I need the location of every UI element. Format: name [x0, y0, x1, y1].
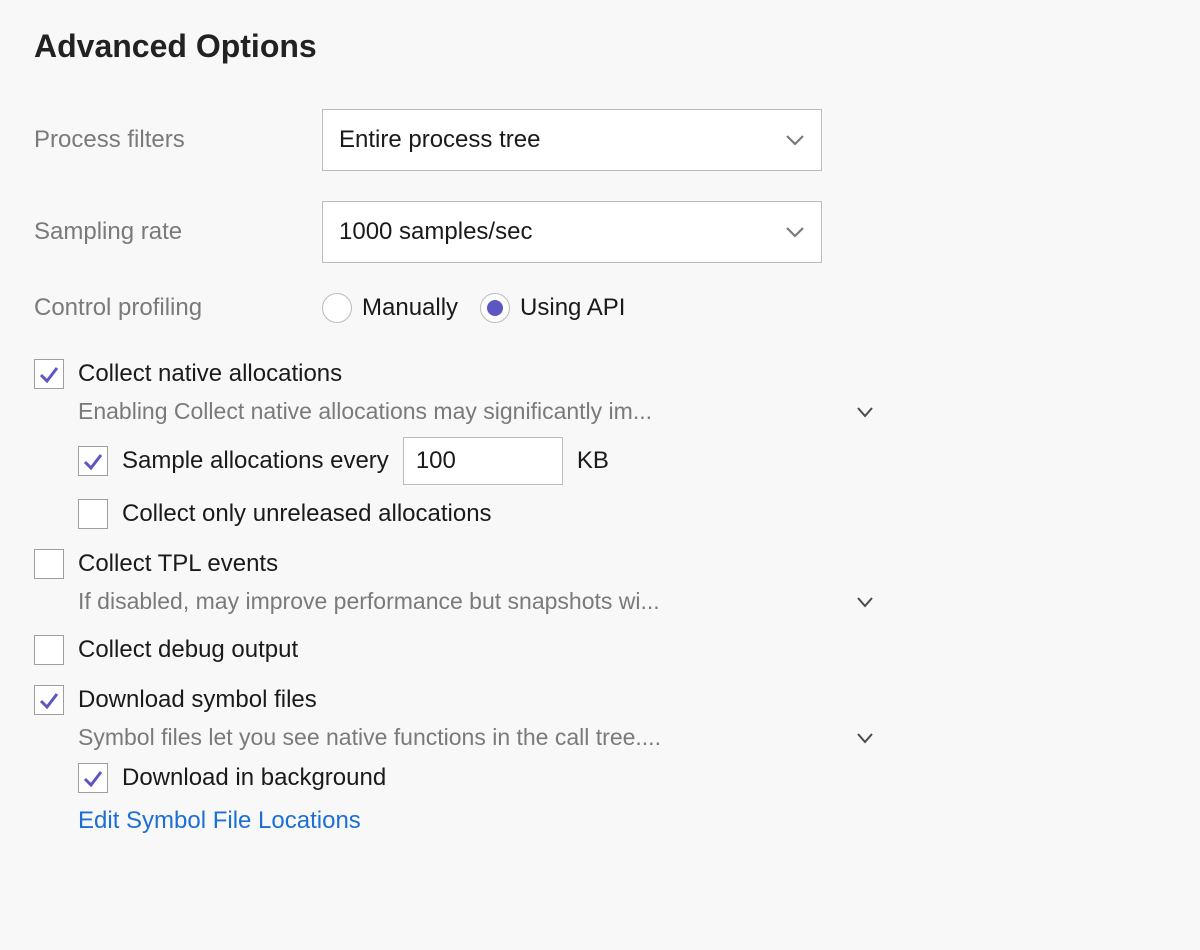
edit-symbol-locations-link[interactable]: Edit Symbol File Locations	[34, 807, 1166, 835]
download-background-checkbox[interactable]	[78, 763, 108, 793]
download-symbols-label: Download symbol files	[78, 686, 317, 714]
collect-native-desc: Enabling Collect native allocations may …	[78, 398, 652, 425]
collect-native-block: Collect native allocations Enabling Coll…	[34, 359, 1166, 529]
sample-allocations-checkbox[interactable]	[78, 446, 108, 476]
only-unreleased-checkbox[interactable]	[78, 499, 108, 529]
only-unreleased-label: Collect only unreleased allocations	[122, 500, 492, 528]
download-symbols-desc: Symbol files let you see native function…	[78, 724, 661, 751]
process-filters-row: Process filters Entire process tree	[34, 109, 1166, 171]
radio-using-api-label: Using API	[520, 294, 625, 322]
radio-dot-icon	[487, 300, 503, 316]
radio-using-api[interactable]: Using API	[480, 293, 625, 323]
collect-tpl-desc: If disabled, may improve performance but…	[78, 588, 660, 615]
collect-debug-block: Collect debug output	[34, 635, 1166, 665]
only-unreleased-row: Collect only unreleased allocations	[78, 499, 1166, 529]
chevron-down-icon	[785, 133, 805, 147]
collect-native-checkbox[interactable]	[34, 359, 64, 389]
sampling-rate-select[interactable]: 1000 samples/sec	[322, 201, 822, 263]
sample-allocations-row: Sample allocations every KB	[78, 437, 1166, 485]
process-filters-select[interactable]: Entire process tree	[322, 109, 822, 171]
sampling-rate-value: 1000 samples/sec	[339, 218, 532, 246]
collect-tpl-label: Collect TPL events	[78, 550, 278, 578]
collect-native-label: Collect native allocations	[78, 360, 342, 388]
chevron-down-icon	[785, 225, 805, 239]
expand-native-desc[interactable]	[856, 397, 874, 425]
download-symbols-block: Download symbol files Symbol files let y…	[34, 685, 1166, 835]
collect-debug-checkbox[interactable]	[34, 635, 64, 665]
expand-tpl-desc[interactable]	[856, 587, 874, 615]
process-filters-value: Entire process tree	[339, 126, 540, 154]
expand-symbols-desc[interactable]	[856, 723, 874, 751]
sample-allocations-input[interactable]	[403, 437, 563, 485]
control-profiling-radio-group: Manually Using API	[322, 293, 625, 323]
sample-allocations-unit: KB	[577, 447, 609, 475]
download-background-row: Download in background	[78, 763, 1166, 793]
section-title: Advanced Options	[34, 28, 1166, 65]
collect-debug-label: Collect debug output	[78, 636, 298, 664]
download-symbols-checkbox[interactable]	[34, 685, 64, 715]
sampling-rate-label: Sampling rate	[34, 218, 322, 246]
download-background-label: Download in background	[122, 764, 386, 792]
radio-icon	[480, 293, 510, 323]
sample-allocations-label: Sample allocations every	[122, 447, 389, 475]
radio-manually-label: Manually	[362, 294, 458, 322]
control-profiling-row: Control profiling Manually Using API	[34, 293, 1166, 323]
collect-tpl-checkbox[interactable]	[34, 549, 64, 579]
sampling-rate-row: Sampling rate 1000 samples/sec	[34, 201, 1166, 263]
radio-icon	[322, 293, 352, 323]
control-profiling-label: Control profiling	[34, 294, 322, 322]
radio-manually[interactable]: Manually	[322, 293, 458, 323]
collect-tpl-block: Collect TPL events If disabled, may impr…	[34, 549, 1166, 615]
process-filters-label: Process filters	[34, 126, 322, 154]
